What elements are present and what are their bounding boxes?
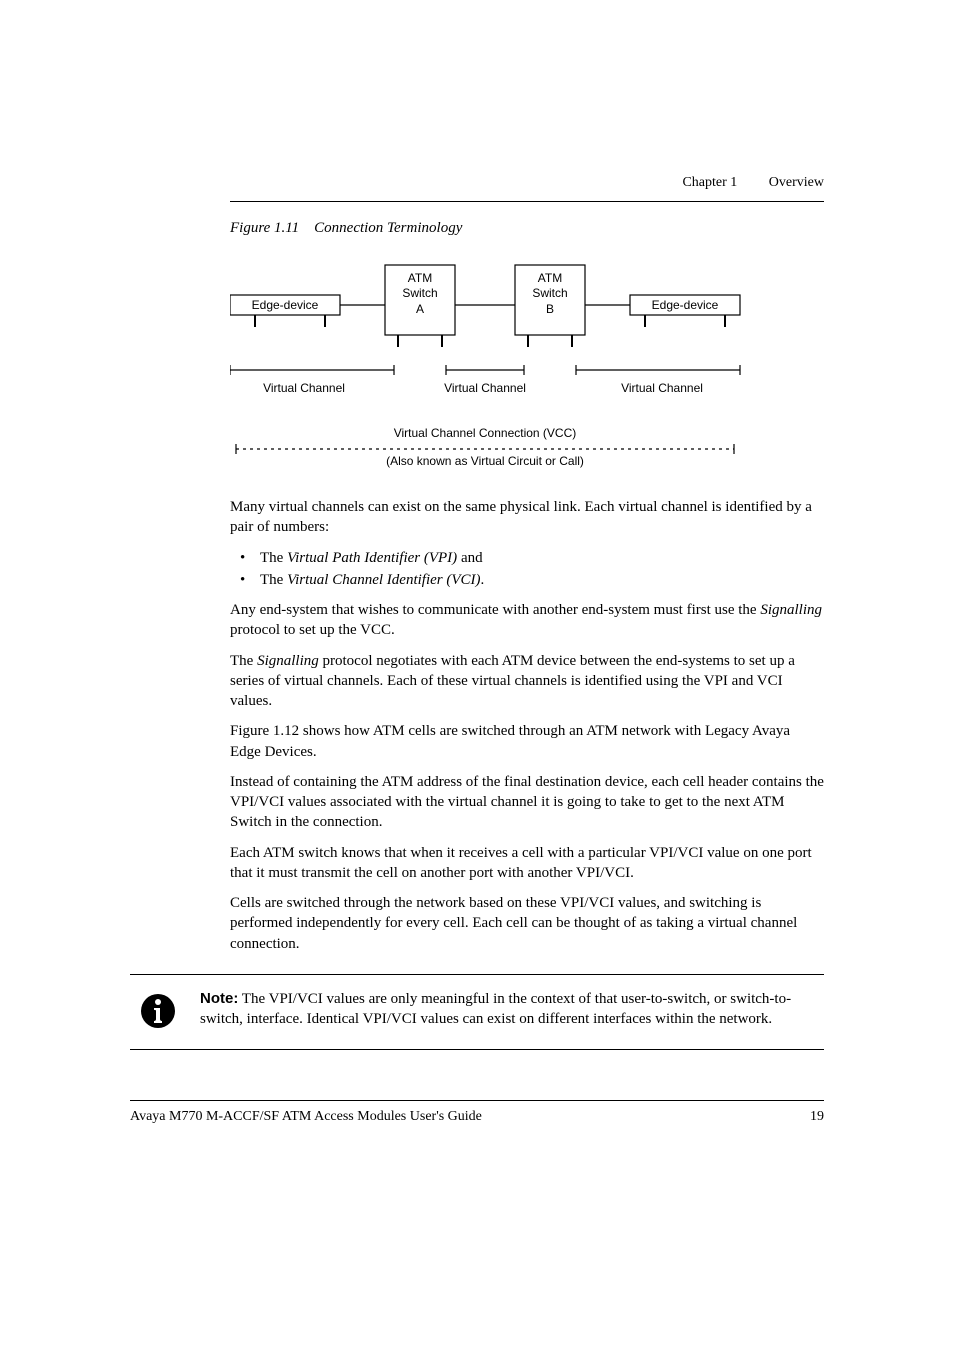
svg-text:Virtual Channel: Virtual Channel — [444, 381, 526, 395]
para-2: Any end-system that wishes to communicat… — [230, 600, 824, 641]
note-label: Note: — [200, 990, 238, 1007]
page-number: 19 — [810, 1109, 824, 1125]
para-1: Many virtual channels can exist on the s… — [230, 497, 824, 538]
bullet-vpi: The Virtual Path Identifier (VPI) and — [230, 548, 824, 568]
svg-text:Virtual Channel: Virtual Channel — [621, 381, 703, 395]
svg-text:Edge-device: Edge-device — [252, 298, 319, 312]
para-4: Figure 1.12 shows how ATM cells are swit… — [230, 721, 824, 762]
svg-text:Edge-device: Edge-device — [652, 298, 719, 312]
footer-rule — [130, 1100, 824, 1101]
para-7: Cells are switched through the network b… — [230, 893, 824, 954]
svg-text:(Also known as Virtual Circuit: (Also known as Virtual Circuit or Call) — [386, 454, 584, 468]
para-5: Instead of containing the ATM address of… — [230, 772, 824, 833]
svg-text:Switch: Switch — [402, 286, 437, 300]
svg-text:Virtual Channel: Virtual Channel — [263, 381, 345, 395]
figure-caption-title: Connection Terminology — [314, 220, 462, 236]
svg-text:A: A — [416, 302, 424, 316]
footer-title: Avaya M770 M-ACCF/SF ATM Access Modules … — [130, 1109, 482, 1125]
para-6: Each ATM switch knows that when it recei… — [230, 843, 824, 884]
figure-caption: Figure 1.11 Connection Terminology — [230, 220, 824, 237]
note-text: Note: The VPI/VCI values are only meanin… — [200, 989, 824, 1030]
para-3: The Signalling protocol negotiates with … — [230, 651, 824, 712]
note-block: Note: The VPI/VCI values are only meanin… — [130, 989, 824, 1035]
svg-text:Virtual Channel Connection (VC: Virtual Channel Connection (VCC) — [394, 426, 577, 440]
header-chapter: Chapter 1 — [682, 175, 737, 190]
svg-text:ATM: ATM — [538, 271, 562, 285]
bullet-list: The Virtual Path Identifier (VPI) and Th… — [230, 548, 824, 591]
top-rule — [230, 201, 824, 202]
info-icon — [140, 993, 176, 1035]
connection-diagram: Edge-device ATM Switch A ATM Switch B Ed… — [230, 247, 770, 477]
figure-caption-prefix: Figure 1.11 — [230, 220, 299, 236]
header-title: Overview — [769, 175, 824, 190]
svg-text:B: B — [546, 302, 554, 316]
svg-text:Switch: Switch — [532, 286, 567, 300]
svg-text:ATM: ATM — [408, 271, 432, 285]
note-top-rule — [130, 974, 824, 975]
bullet-vci: The Virtual Channel Identifier (VCI). — [230, 570, 824, 590]
note-bottom-rule — [130, 1049, 824, 1050]
